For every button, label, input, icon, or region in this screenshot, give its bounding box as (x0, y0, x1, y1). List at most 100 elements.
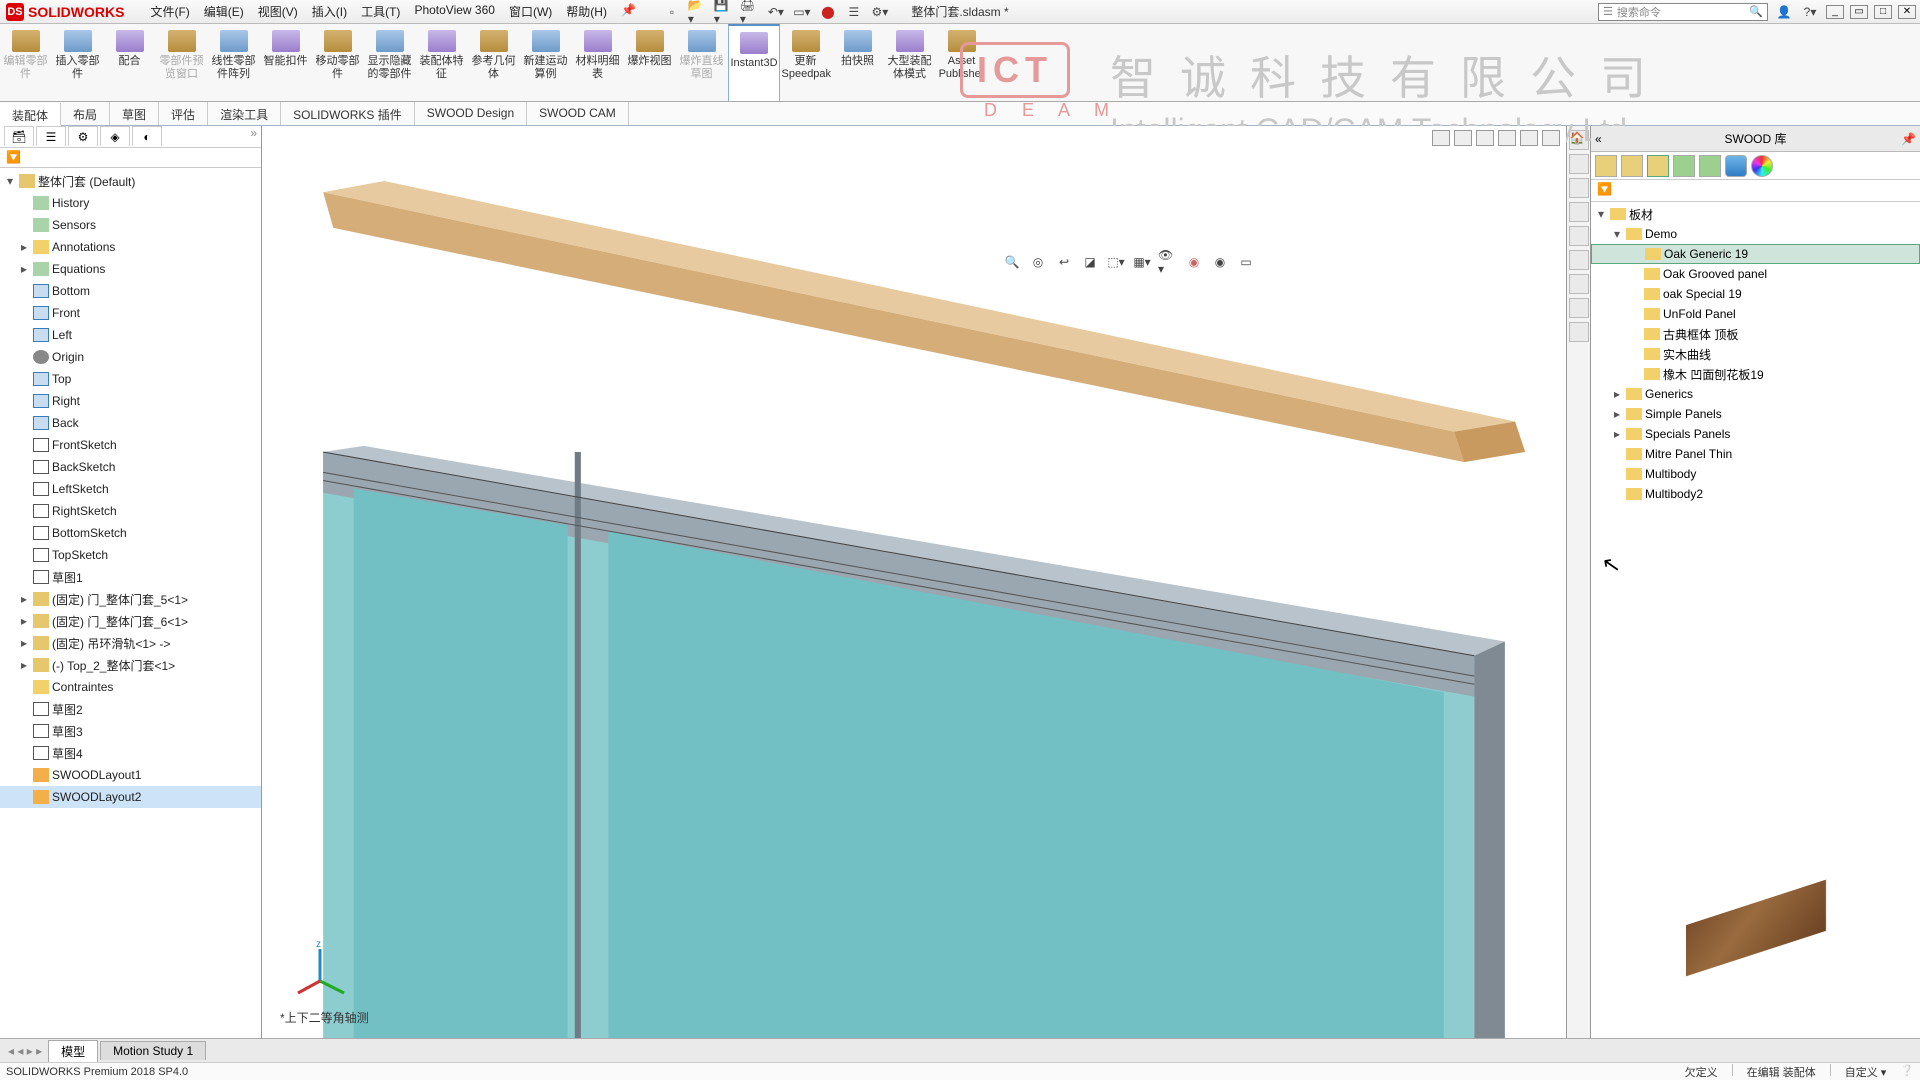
vp-doc-min-icon[interactable] (1498, 130, 1516, 146)
tree-row[interactable]: SWOODLayout1 (0, 764, 261, 786)
expand-icon[interactable] (18, 482, 30, 496)
ribbon-tab[interactable]: 评估 (159, 102, 208, 125)
expand-icon[interactable] (18, 702, 30, 716)
ribbon-btn-6[interactable]: 移动零部件 (312, 24, 364, 101)
appearance-icon[interactable]: ◉ (1184, 252, 1204, 272)
scene-icon[interactable]: ◉ (1210, 252, 1230, 272)
swood-tree-row[interactable]: Oak Grooved panel (1591, 264, 1920, 284)
expand-icon[interactable] (18, 350, 30, 364)
ribbon-tab[interactable]: SWOOD CAM (527, 102, 629, 125)
tree-row[interactable]: Sensors (0, 214, 261, 236)
expand-icon[interactable]: ▸ (18, 658, 30, 672)
swood-tree-row[interactable]: ▸Generics (1591, 384, 1920, 404)
swood-tree-row[interactable]: Multibody2 (1591, 484, 1920, 504)
tp-extra-icon[interactable] (1569, 322, 1589, 342)
expand-icon[interactable] (1629, 307, 1641, 321)
expand-icon[interactable]: ▸ (18, 592, 30, 606)
tree-row[interactable]: RightSketch (0, 500, 261, 522)
ribbon-btn-14[interactable]: Instant3D (728, 24, 780, 101)
user-icon[interactable]: 👤 (1774, 2, 1794, 22)
ribbon-btn-16[interactable]: 拍快照 (832, 24, 884, 101)
command-search[interactable]: ☰ 搜索命令 🔍 (1598, 3, 1768, 21)
swood-tb-icon[interactable] (1699, 155, 1721, 177)
vp-doc-close-icon[interactable] (1542, 130, 1560, 146)
ribbon-btn-12[interactable]: 爆炸视图 (624, 24, 676, 101)
expand-icon[interactable]: ▸ (1611, 387, 1623, 401)
swood-tree-row[interactable]: ▸Simple Panels (1591, 404, 1920, 424)
swood-tree-row[interactable]: ▾板材 (1591, 204, 1920, 224)
swood-tb-icon[interactable] (1595, 155, 1617, 177)
vp-doc-icon[interactable] (1454, 130, 1472, 146)
tree-row[interactable]: Origin (0, 346, 261, 368)
expand-icon[interactable] (1629, 347, 1641, 361)
tree-row[interactable]: TopSketch (0, 544, 261, 566)
save-icon[interactable]: 💾▾ (714, 2, 734, 22)
swood-tree-row[interactable]: 实木曲线 (1591, 344, 1920, 364)
ribbon-btn-8[interactable]: 装配体特征 (416, 24, 468, 101)
expand-icon[interactable]: ▸ (18, 636, 30, 650)
print-icon[interactable]: 🖨▾ (740, 2, 760, 22)
tree-row[interactable]: FrontSketch (0, 434, 261, 456)
tree-row[interactable]: 草图3 (0, 720, 261, 742)
fm-tab-tree[interactable]: 🗃 (4, 126, 34, 146)
zoom-fit-icon[interactable]: 🔍 (1002, 252, 1022, 272)
expand-icon[interactable] (18, 746, 30, 760)
swood-tb-icon[interactable] (1751, 155, 1773, 177)
section-icon[interactable]: ◪ (1080, 252, 1100, 272)
tp-appearances-icon[interactable] (1569, 226, 1589, 246)
menu-view[interactable]: 视图(V) (252, 1, 304, 22)
menu-edit[interactable]: 编辑(E) (198, 1, 250, 22)
ribbon-btn-2[interactable]: 配合 (104, 24, 156, 101)
swood-filter[interactable]: 🔽 (1591, 180, 1920, 202)
expand-icon[interactable] (1611, 487, 1623, 501)
expand-icon[interactable] (18, 284, 30, 298)
status-custom[interactable]: 自定义 ▾ (1845, 1064, 1887, 1080)
expand-icon[interactable] (1611, 467, 1623, 481)
tree-row[interactable]: ▸(固定) 门_整体门套_6<1> (0, 610, 261, 632)
ribbon-btn-0[interactable]: 编辑零部件 (0, 24, 52, 101)
expand-icon[interactable] (18, 328, 30, 342)
window-max-icon[interactable]: □ (1874, 5, 1892, 19)
menu-tools[interactable]: 工具(T) (355, 1, 406, 22)
ribbon-tab[interactable]: SOLIDWORKS 插件 (281, 102, 415, 125)
select-icon[interactable]: ▭▾ (792, 2, 812, 22)
ribbon-btn-10[interactable]: 新建运动算例 (520, 24, 572, 101)
tree-root[interactable]: ▾ 整体门套 (Default) (0, 170, 261, 192)
prev-view-icon[interactable]: ↩ (1054, 252, 1074, 272)
expand-icon[interactable] (18, 394, 30, 408)
tab-model[interactable]: 模型 (48, 1040, 98, 1062)
expand-icon[interactable] (18, 768, 30, 782)
fm-tab-display[interactable]: ◐ (132, 126, 162, 146)
ribbon-btn-5[interactable]: 智能扣件 (260, 24, 312, 101)
fm-tab-property[interactable]: ☰ (36, 126, 66, 146)
tp-custom-props-icon[interactable] (1569, 250, 1589, 270)
tab-motion-study[interactable]: Motion Study 1 (100, 1041, 206, 1060)
ribbon-btn-15[interactable]: 更新Speedpak (780, 24, 832, 101)
ribbon-tab[interactable]: 布局 (61, 102, 110, 125)
panel-pin-icon[interactable]: 📌 (1901, 132, 1916, 146)
expand-icon[interactable] (18, 372, 30, 386)
tp-design-lib-icon[interactable] (1569, 154, 1589, 174)
tree-row[interactable]: LeftSketch (0, 478, 261, 500)
menu-pin-icon[interactable]: 📌 (615, 1, 642, 22)
tree-row[interactable]: Left (0, 324, 261, 346)
tree-row[interactable]: History (0, 192, 261, 214)
fm-tabs-chevron-icon[interactable]: » (250, 126, 257, 147)
swood-tb-icon[interactable] (1647, 155, 1669, 177)
ribbon-btn-9[interactable]: 参考几何体 (468, 24, 520, 101)
expand-icon[interactable] (1629, 367, 1641, 381)
hide-show-icon[interactable]: 👁▾ (1158, 252, 1178, 272)
tree-row[interactable]: BackSketch (0, 456, 261, 478)
expand-icon[interactable] (1629, 327, 1641, 341)
expand-icon[interactable] (1629, 267, 1641, 281)
tp-swood-icon[interactable] (1569, 274, 1589, 294)
expand-icon[interactable] (18, 680, 30, 694)
tree-row[interactable]: 草图1 (0, 566, 261, 588)
help-icon[interactable]: ?▾ (1800, 2, 1820, 22)
ribbon-tab[interactable]: 草图 (110, 102, 159, 125)
orientation-triad[interactable]: z (292, 939, 348, 998)
swood-tb-icon[interactable] (1621, 155, 1643, 177)
swood-tree-row[interactable]: Oak Generic 19 (1591, 244, 1920, 264)
tp-file-explorer-icon[interactable] (1569, 178, 1589, 198)
panel-collapse-icon[interactable]: « (1595, 132, 1602, 146)
